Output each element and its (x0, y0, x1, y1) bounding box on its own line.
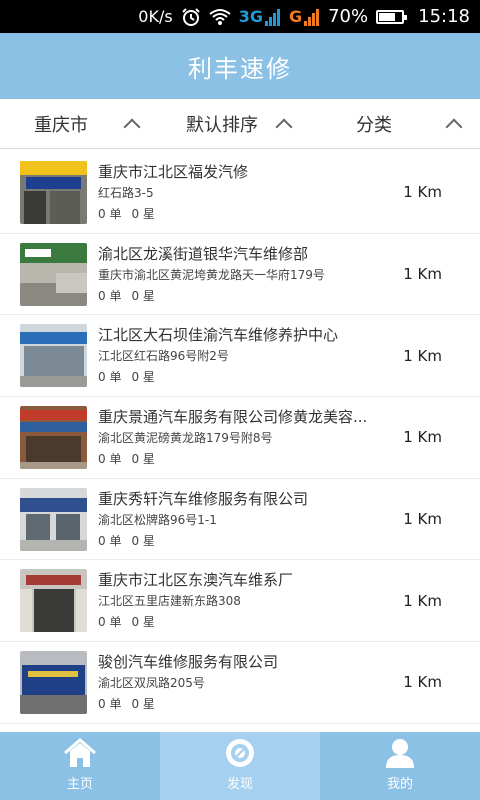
tab-discover-label: 发现 (226, 777, 253, 792)
shop-distance: 1 Km (403, 265, 442, 284)
signal-g-label: G (288, 7, 303, 26)
shop-thumbnail (20, 160, 87, 224)
shop-name: 重庆市江北区福发汽修 (98, 162, 249, 181)
filter-sort[interactable]: 默认排序 (158, 99, 310, 148)
list-item[interactable]: 重庆市江北区东澳汽车维系厂 江北区五里店建新东路308 0 单 0 星 1 Km (0, 560, 480, 643)
shop-name: 重庆景通汽车服务有限公司修黄龙美容... (98, 407, 368, 426)
app-header: 利丰速修 (0, 33, 480, 99)
shop-name: 江北区大石坝佳渝汽车维修养护中心 (98, 326, 339, 345)
shop-list: 重庆市江北区福发汽修 红石路3-5 0 单 0 星 1 Km 渝北区龙溪街道银华汽… (0, 152, 480, 732)
shop-address: 红石路3-5 (98, 185, 154, 200)
chevron-up-icon (275, 118, 293, 135)
shop-address: 江北区红石路96号附2号 (98, 349, 229, 364)
shop-orders: 0 单 (98, 206, 122, 221)
battery-icon (376, 9, 408, 24)
bottom-tab-bar: 主页 发现 我的 (0, 732, 480, 800)
chevron-up-icon (123, 118, 141, 135)
page-title: 利丰速修 (188, 54, 292, 83)
shop-name: 重庆市江北区东澳汽车维系厂 (98, 571, 294, 590)
shop-distance: 1 Km (403, 183, 442, 202)
list-item[interactable]: 江北区大石坝佳渝汽车维修养护中心 江北区红石路96号附2号 0 单 0 星 1 K… (0, 315, 480, 398)
shop-thumbnail (20, 405, 87, 469)
shop-stars: 0 星 (131, 451, 155, 466)
tab-mine[interactable]: 我的 (320, 732, 480, 800)
signal-3g-icon: 3G (239, 7, 281, 26)
list-item[interactable]: 渝北区龙溪街道银华汽车维修部 重庆市渝北区黄泥垮黄龙路天一华府179号 0 单 0… (0, 234, 480, 316)
shop-distance: 1 Km (403, 510, 442, 529)
tab-home-label: 主页 (66, 777, 93, 792)
user-icon (386, 739, 414, 768)
shop-thumbnail (20, 487, 87, 551)
shop-distance: 1 Km (403, 428, 442, 447)
shop-stars: 0 星 (131, 370, 155, 385)
chevron-up-icon (445, 118, 463, 135)
shop-address: 渝北区松牌路96号1-1 (98, 512, 217, 527)
list-item[interactable]: 重庆景通汽车服务有限公司修黄龙美容... 渝北区黄泥磅黄龙路179号附8号 0 … (0, 397, 480, 479)
battery-percent: 70% (328, 6, 369, 27)
shop-address: 渝北区双凤路205号 (98, 675, 205, 690)
filter-sort-label: 默认排序 (186, 114, 258, 136)
tab-discover[interactable]: 发现 (160, 732, 320, 800)
shop-name: 重庆秀轩汽车维修服务有限公司 (98, 489, 309, 508)
shop-stars: 0 星 (131, 206, 155, 221)
shop-stars: 0 星 (131, 615, 155, 630)
list-item[interactable]: 重庆市江北区福发汽修 红石路3-5 0 单 0 星 1 Km (0, 152, 480, 234)
shop-stars: 0 星 (131, 533, 155, 548)
filter-category-label: 分类 (356, 114, 392, 136)
shop-orders: 0 单 (98, 451, 122, 466)
list-item[interactable]: 骏创汽车维修服务有限公司 渝北区双凤路205号 0 单 0 星 1 Km (0, 642, 480, 724)
shop-orders: 0 单 (98, 533, 122, 548)
alarm-icon (181, 7, 201, 27)
shop-name: 骏创汽车维修服务有限公司 (98, 652, 279, 671)
shop-thumbnail (20, 242, 87, 306)
shop-thumbnail (20, 324, 87, 388)
tab-home[interactable]: 主页 (0, 732, 160, 800)
shop-distance: 1 Km (403, 591, 442, 610)
home-icon (64, 738, 96, 767)
shop-distance: 1 Km (403, 673, 442, 692)
shop-thumbnail (20, 650, 87, 714)
shop-address: 渝北区黄泥磅黄龙路179号附8号 (98, 430, 273, 445)
shop-stars: 0 星 (131, 696, 155, 711)
shop-stars: 0 星 (131, 288, 155, 303)
shop-name: 渝北区龙溪街道银华汽车维修部 (98, 244, 309, 263)
wifi-icon (209, 8, 231, 26)
status-bar: 0K/s 3G G 70% 15:18 (0, 0, 480, 33)
shop-distance: 1 Km (403, 346, 442, 365)
net-speed: 0K/s (138, 7, 173, 26)
shop-orders: 0 单 (98, 696, 122, 711)
filter-bar: 重庆市 默认排序 分类 (0, 99, 480, 149)
shop-address: 江北区五里店建新东路308 (98, 594, 241, 609)
filter-city-label: 重庆市 (34, 114, 88, 136)
shop-orders: 0 单 (98, 615, 122, 630)
signal-3g-label: 3G (238, 7, 263, 26)
shop-orders: 0 单 (98, 370, 122, 385)
shop-orders: 0 单 (98, 288, 122, 303)
shop-address: 重庆市渝北区黄泥垮黄龙路天一华府179号 (98, 267, 325, 282)
tab-mine-label: 我的 (386, 777, 413, 792)
clock: 15:18 (418, 6, 470, 27)
filter-city[interactable]: 重庆市 (0, 99, 158, 148)
filter-category[interactable]: 分类 (310, 99, 480, 148)
shop-thumbnail (20, 569, 87, 633)
list-item[interactable]: 重庆秀轩汽车维修服务有限公司 渝北区松牌路96号1-1 0 单 0 星 1 Km (0, 479, 480, 561)
signal-g-icon: G (289, 7, 320, 26)
discover-icon (226, 739, 254, 767)
